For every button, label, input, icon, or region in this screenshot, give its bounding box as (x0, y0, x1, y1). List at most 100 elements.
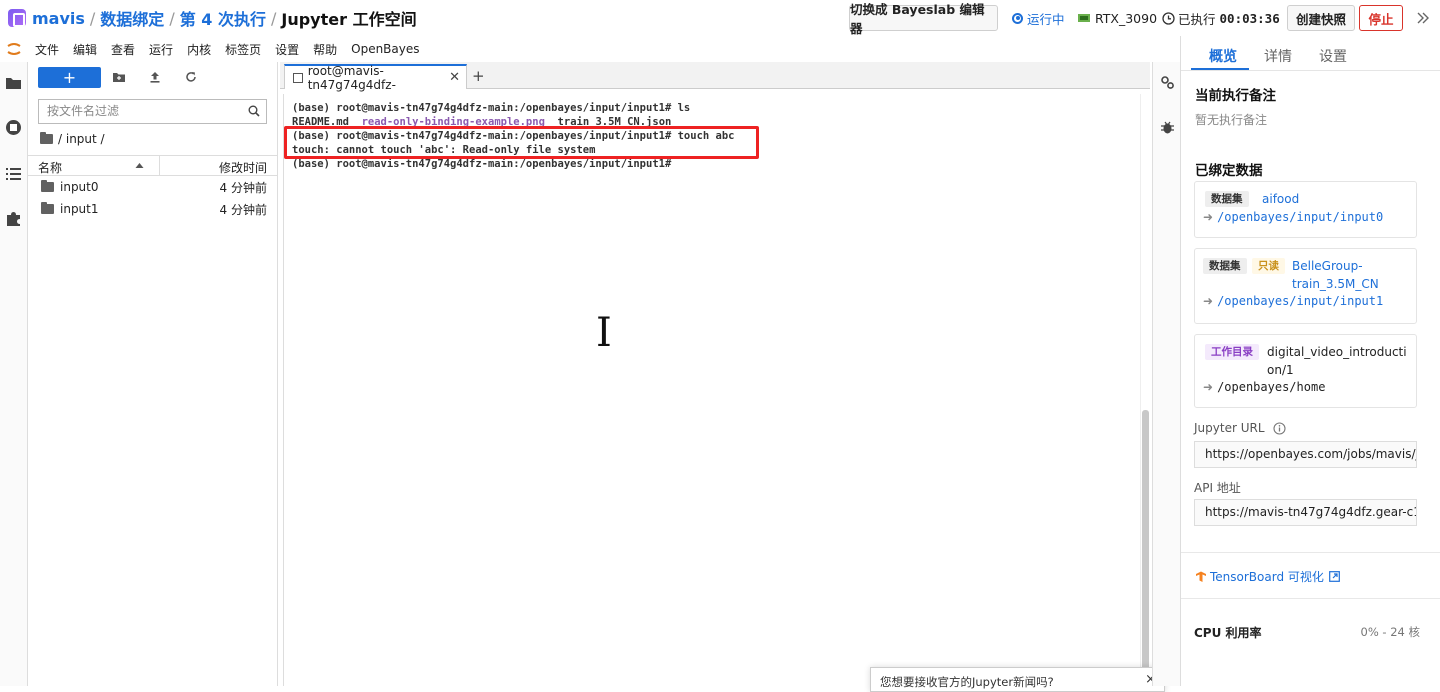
binding-card: 数据集 aifood ➜/openbayes/input/input0 (1194, 181, 1417, 238)
file-name: input0 (60, 180, 99, 194)
external-link-icon (1328, 571, 1340, 582)
upload-icon[interactable] (148, 70, 162, 84)
news-toast: 您想要接收官方的Jupyter新闻吗? × (870, 667, 1165, 692)
search-icon (248, 105, 260, 117)
jupyter-url-field[interactable]: https://openbayes.com/jobs/mavis/jupyter (1194, 441, 1417, 468)
add-tab-icon[interactable]: + (472, 67, 485, 85)
gpu-chip-icon (1078, 14, 1090, 22)
menu-openbayes[interactable]: OpenBayes (351, 42, 419, 56)
file-modified: 4 分钟前 (219, 202, 267, 217)
breadcrumb: mavis / 数据绑定 / 第 4 次执行 / Jupyter 工作空间 (8, 6, 417, 30)
close-tab-icon[interactable]: ✕ (449, 70, 460, 85)
elapsed-time: 00:03:36 (1219, 10, 1280, 26)
sort-ascending-icon[interactable] (135, 162, 144, 169)
menu-help[interactable]: 帮助 (313, 41, 337, 58)
tab-settings[interactable]: 设置 (1319, 46, 1347, 66)
menu-run[interactable]: 运行 (149, 41, 173, 58)
column-modified[interactable]: 修改时间 (219, 159, 267, 176)
tensorboard-text: TensorBoard 可视化 (1210, 570, 1324, 584)
menu-file[interactable]: 文件 (35, 41, 59, 58)
new-launcher-button[interactable]: + (38, 67, 101, 88)
active-tab-indicator (1191, 68, 1249, 70)
file-row-input1[interactable]: input1 4 分钟前 (28, 198, 278, 220)
arrow-right-icon: ➜ (1203, 294, 1214, 308)
menu-kernel[interactable]: 内核 (187, 41, 211, 58)
workdir-name: digital_video_introducti (1267, 345, 1407, 359)
folder-icon[interactable] (40, 132, 53, 144)
switch-editor-button[interactable]: 切换成 Bayeslab 编辑器 (849, 2, 998, 36)
file-filter-input[interactable]: 按文件名过滤 (38, 99, 267, 124)
divider (1181, 598, 1440, 599)
mount-path-text: /openbayes/home (1217, 380, 1326, 394)
property-inspector-gear-icon[interactable] (1160, 75, 1175, 90)
file-row-input0[interactable]: input0 4 分钟前 (28, 176, 278, 198)
right-sidebar-rail (1152, 62, 1180, 686)
left-sidebar-rail (0, 62, 28, 686)
elapsed-label: 已执行 (1178, 11, 1216, 27)
menu-settings[interactable]: 设置 (275, 41, 299, 58)
terminal-output[interactable]: (base) root@mavis-tn47g74g4dfz-main:/ope… (283, 94, 1139, 686)
document-tab-bar: root@mavis-tn47g74g4dfz- ✕ + (280, 62, 1150, 92)
tab-terminal[interactable]: root@mavis-tn47g74g4dfz- ✕ (284, 63, 467, 92)
tab-overview[interactable]: 概览 (1209, 46, 1237, 66)
file-filter-placeholder: 按文件名过滤 (47, 104, 120, 118)
clock-icon (1162, 11, 1175, 25)
breadcrumb-separator: / (169, 8, 175, 28)
breadcrumb-separator: / (89, 8, 96, 28)
terminal-scrollbar[interactable] (1140, 94, 1150, 686)
jupyter-url-label-text: Jupyter URL (1194, 421, 1265, 435)
note-empty: 暂无执行备注 (1195, 113, 1268, 127)
dataset-link[interactable]: BelleGroup- (1292, 257, 1363, 275)
info-tabs: 概览 详情 设置 (1181, 36, 1440, 71)
app-logo-icon (8, 9, 26, 27)
breadcrumb-execution[interactable]: 第 4 次执行 (180, 6, 266, 30)
highlight-box (284, 126, 759, 159)
dataset-link-line2[interactable]: train_3.5M_CN (1292, 275, 1379, 293)
current-path-text[interactable]: / input / (58, 132, 105, 146)
create-snapshot-button[interactable]: 创建快照 (1287, 5, 1355, 31)
file-browser-panel: + 按文件名过滤 / input / 名称 修改时间 input0 4 分钟前 … (28, 62, 278, 686)
refresh-icon[interactable] (184, 70, 198, 84)
new-folder-icon[interactable] (112, 70, 126, 84)
folder-icon (41, 180, 54, 192)
scrollbar-thumb[interactable] (1142, 410, 1149, 686)
dataset-link[interactable]: aifood (1262, 190, 1299, 208)
column-divider (159, 156, 160, 175)
bound-data-title: 已绑定数据 (1195, 163, 1263, 179)
running-kernels-icon[interactable] (5, 119, 22, 136)
folder-icon (41, 202, 54, 214)
execution-info-panel: 概览 详情 设置 当前执行备注 暂无执行备注 已绑定数据 数据集 aifood … (1180, 36, 1440, 686)
tab-terminal-title: root@mavis-tn47g74g4dfz- (307, 63, 396, 92)
tensorboard-link[interactable]: TensorBoard 可视化 (1195, 568, 1340, 585)
api-url-field[interactable]: https://mavis-tn47g74g4dfz.gear-c1.openb… (1194, 499, 1417, 526)
stop-button[interactable]: 停止 (1359, 5, 1403, 31)
file-list-header: 名称 修改时间 (28, 155, 278, 176)
terminal-line: (base) root@mavis-tn47g74g4dfz-main:/ope… (292, 102, 691, 114)
extensions-puzzle-icon[interactable] (5, 210, 22, 227)
cpu-label: CPU 利用率 (1194, 626, 1262, 640)
menu-bar: 文件 编辑 查看 运行 内核 标签页 设置 帮助 OpenBayes (0, 38, 1180, 60)
table-of-contents-icon[interactable] (5, 165, 22, 182)
info-icon[interactable] (1272, 421, 1286, 435)
mount-path: ➜/openbayes/input/input0 (1203, 210, 1383, 224)
menu-edit[interactable]: 编辑 (73, 41, 97, 58)
debugger-bug-icon[interactable] (1160, 120, 1175, 135)
breadcrumb-project[interactable]: 数据绑定 (100, 6, 164, 30)
breadcrumb-user[interactable]: mavis (32, 9, 85, 28)
dataset-tag: 数据集 (1205, 191, 1249, 207)
file-modified: 4 分钟前 (219, 180, 267, 195)
column-name[interactable]: 名称 (38, 159, 62, 176)
menu-tabs[interactable]: 标签页 (225, 41, 261, 58)
collapse-panel-icon[interactable] (1416, 11, 1430, 25)
breadcrumb-separator: / (270, 8, 277, 28)
toast-text: 您想要接收官方的Jupyter新闻吗? (880, 675, 1054, 689)
tab-details[interactable]: 详情 (1264, 46, 1292, 66)
workdir-tag: 工作目录 (1205, 344, 1259, 360)
file-name: input1 (60, 202, 99, 216)
mount-path: ➜/openbayes/home (1203, 380, 1325, 394)
current-path: / input / (40, 132, 105, 146)
folder-icon[interactable] (5, 74, 22, 91)
elapsed-info: 已执行 00:03:36 (1162, 9, 1280, 27)
api-url-label: API 地址 (1194, 481, 1241, 495)
menu-view[interactable]: 查看 (111, 41, 135, 58)
